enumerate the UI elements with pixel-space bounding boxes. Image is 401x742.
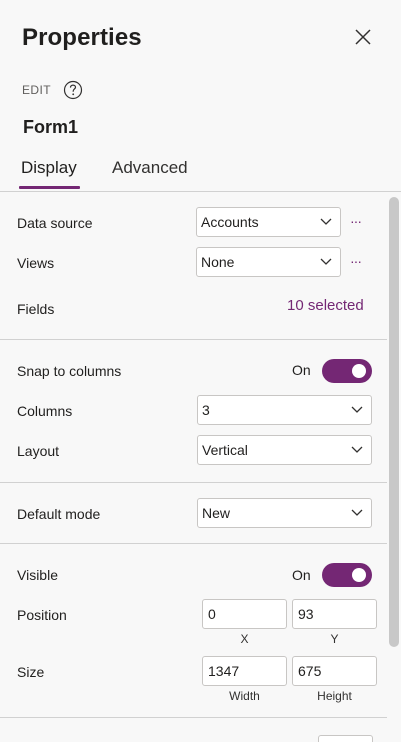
size-width-input[interactable]: 1347 xyxy=(202,656,287,686)
section-divider xyxy=(0,543,387,544)
layout-value: Vertical xyxy=(202,442,248,458)
data-source-more-icon[interactable]: ··· xyxy=(350,213,362,229)
data-source-value: Accounts xyxy=(201,214,259,230)
snap-toggle-state: On xyxy=(292,362,311,378)
columns-value: 3 xyxy=(202,402,210,418)
chevron-down-icon xyxy=(351,446,363,453)
columns-label: Columns xyxy=(17,403,73,419)
chevron-down-icon xyxy=(351,509,363,516)
layout-label: Layout xyxy=(17,443,60,459)
size-height-caption: Height xyxy=(317,689,352,703)
properties-panel: Properties EDIT Form1 Display Advanced D… xyxy=(0,0,401,742)
snap-to-columns-label: Snap to columns xyxy=(17,363,122,379)
position-x-input[interactable]: 0 xyxy=(202,599,287,629)
help-icon[interactable] xyxy=(63,80,83,100)
columns-dropdown[interactable]: 3 xyxy=(197,395,372,425)
section-divider xyxy=(0,717,387,718)
fields-selected-link[interactable]: 10 selected xyxy=(287,297,364,314)
scrollbar-thumb[interactable] xyxy=(389,197,399,647)
section-divider xyxy=(0,339,387,340)
position-y-caption: Y xyxy=(330,632,339,646)
tab-bar: Display Advanced xyxy=(0,152,401,192)
visible-label: Visible xyxy=(17,567,58,583)
size-width-caption: Width xyxy=(229,689,260,703)
position-label: Position xyxy=(17,607,67,623)
close-icon[interactable] xyxy=(353,27,373,47)
views-value: None xyxy=(201,254,235,270)
views-more-icon[interactable]: ··· xyxy=(350,253,362,269)
tab-display[interactable]: Display xyxy=(21,158,77,178)
toggle-knob xyxy=(352,568,366,582)
edit-label: EDIT xyxy=(22,83,51,97)
toggle-knob xyxy=(352,364,366,378)
visible-toggle-state: On xyxy=(292,567,311,583)
views-label: Views xyxy=(17,255,55,271)
size-height-input[interactable]: 675 xyxy=(292,656,377,686)
tab-advanced[interactable]: Advanced xyxy=(112,158,188,178)
fields-label: Fields xyxy=(17,301,55,317)
data-source-dropdown[interactable]: Accounts xyxy=(196,207,341,237)
layout-dropdown[interactable]: Vertical xyxy=(197,435,372,465)
section-divider xyxy=(0,482,387,483)
edit-row: EDIT xyxy=(22,80,83,100)
active-tab-indicator xyxy=(19,186,80,189)
data-source-label: Data source xyxy=(17,215,93,231)
default-mode-value: New xyxy=(202,505,231,521)
chevron-down-icon xyxy=(320,258,332,265)
chevron-down-icon xyxy=(320,218,332,225)
partial-control[interactable] xyxy=(318,735,373,742)
views-dropdown[interactable]: None xyxy=(196,247,341,277)
size-label: Size xyxy=(17,664,45,680)
default-mode-dropdown[interactable]: New xyxy=(197,498,372,528)
visible-toggle[interactable] xyxy=(322,563,372,587)
position-x-caption: X xyxy=(240,632,249,646)
chevron-down-icon xyxy=(351,406,363,413)
panel-title: Properties xyxy=(22,24,142,51)
snap-to-columns-toggle[interactable] xyxy=(322,359,372,383)
default-mode-label: Default mode xyxy=(17,506,101,522)
position-y-input[interactable]: 93 xyxy=(292,599,377,629)
control-name: Form1 xyxy=(23,117,79,137)
